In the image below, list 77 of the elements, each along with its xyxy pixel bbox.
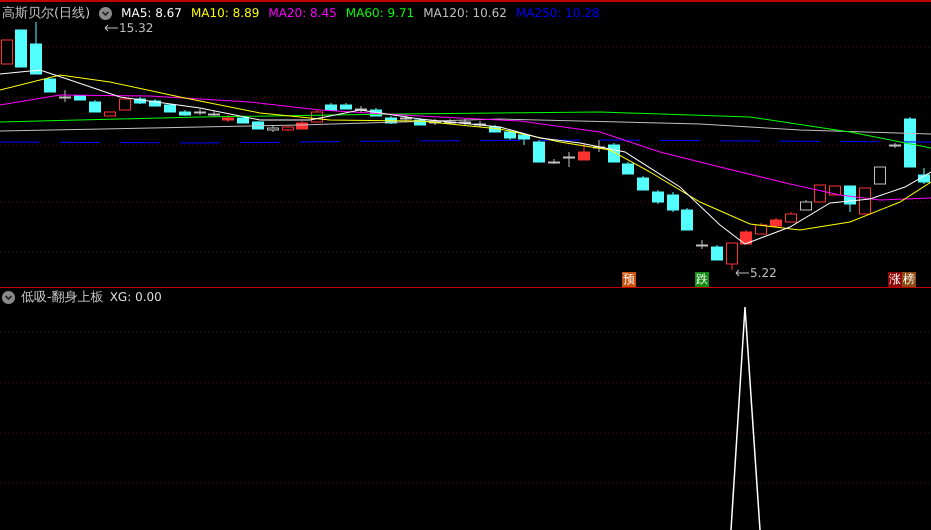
- dropdown-icon[interactable]: [2, 290, 15, 304]
- candlestick: [548, 158, 560, 164]
- moving-average-value: MA20: 8.45: [268, 6, 337, 20]
- candlestick: [444, 118, 456, 124]
- candlestick: [208, 110, 220, 116]
- candlestick: [533, 140, 545, 162]
- candlestick: [489, 124, 501, 132]
- candlestick: [164, 104, 176, 112]
- candlestick: [904, 116, 916, 168]
- dropdown-icon[interactable]: [99, 6, 112, 20]
- candlestick: [429, 118, 441, 126]
- candlestick: [918, 168, 930, 184]
- candlestick: [325, 102, 337, 110]
- candlestick: [518, 132, 530, 146]
- candlestick: [59, 90, 71, 102]
- candlestick: [504, 130, 516, 140]
- candlestick: [800, 200, 812, 210]
- candlestick: [134, 96, 146, 104]
- moving-average-value: MA10: 8.89: [190, 6, 260, 20]
- candlestick: [711, 244, 723, 260]
- candlestick: [859, 188, 871, 214]
- candlestick: [740, 230, 752, 244]
- candlestick: [785, 212, 797, 222]
- candlestick: [222, 114, 234, 122]
- candlestick: [149, 98, 161, 106]
- leader-line: [104, 24, 118, 32]
- leader-line: [735, 269, 749, 277]
- candlestick: [474, 120, 486, 128]
- candlestick: [593, 140, 605, 152]
- candlestick: [89, 100, 101, 112]
- candlestick: [829, 186, 841, 196]
- candlestick: [385, 116, 397, 124]
- candlestick: [340, 102, 352, 110]
- indicator-title: 低吸-翻身上板: [21, 289, 104, 306]
- candlestick: [30, 22, 42, 74]
- candlestick: [622, 162, 634, 174]
- signal-marker: 涨: [888, 272, 902, 287]
- moving-average-value: MA250: 10.28: [516, 6, 600, 20]
- candlestick: [652, 190, 664, 204]
- signal-marker: 跌: [695, 272, 709, 287]
- moving-average-value: MA120: 10.62: [423, 6, 507, 20]
- candlestick: [681, 208, 693, 230]
- candlestick: [282, 126, 294, 132]
- chart-title: 高斯贝尔(日线): [2, 5, 90, 22]
- candlestick: [667, 192, 679, 212]
- candlestick: [355, 106, 367, 114]
- candlestick: [459, 118, 471, 126]
- candlestick: [696, 240, 708, 250]
- candlestick: [414, 118, 426, 126]
- candlestick: [1, 40, 13, 64]
- candlestick: [400, 114, 412, 122]
- candlestick: [874, 166, 886, 184]
- candlestick: [755, 222, 767, 234]
- signal-marker: 预: [622, 272, 636, 287]
- moving-average-value: MA5: 8.67: [121, 6, 182, 20]
- candlestick: [15, 30, 27, 68]
- moving-average-value: MA60: 9.71: [346, 6, 414, 20]
- candlestick: [194, 108, 206, 116]
- candlestick: [844, 186, 856, 212]
- candlestick: [726, 242, 738, 270]
- candlestick: [44, 78, 56, 92]
- candlestick: [889, 142, 901, 148]
- candlestick: [179, 110, 191, 116]
- candlestick: [637, 176, 649, 190]
- candlestick: [119, 96, 131, 110]
- price-value: 5.22: [750, 266, 777, 280]
- candlestick: [237, 116, 249, 124]
- candlestick: [74, 96, 86, 100]
- candlestick: [563, 152, 575, 168]
- candlestick: [770, 218, 782, 226]
- candlestick: [814, 184, 826, 202]
- candlestick: [578, 144, 590, 160]
- price-value: 15.32: [119, 21, 154, 35]
- candlestick: [104, 112, 116, 116]
- signal-marker: 榜: [902, 272, 916, 287]
- candlestick: [267, 124, 279, 132]
- indicator-value: XG: 0.00: [110, 290, 162, 304]
